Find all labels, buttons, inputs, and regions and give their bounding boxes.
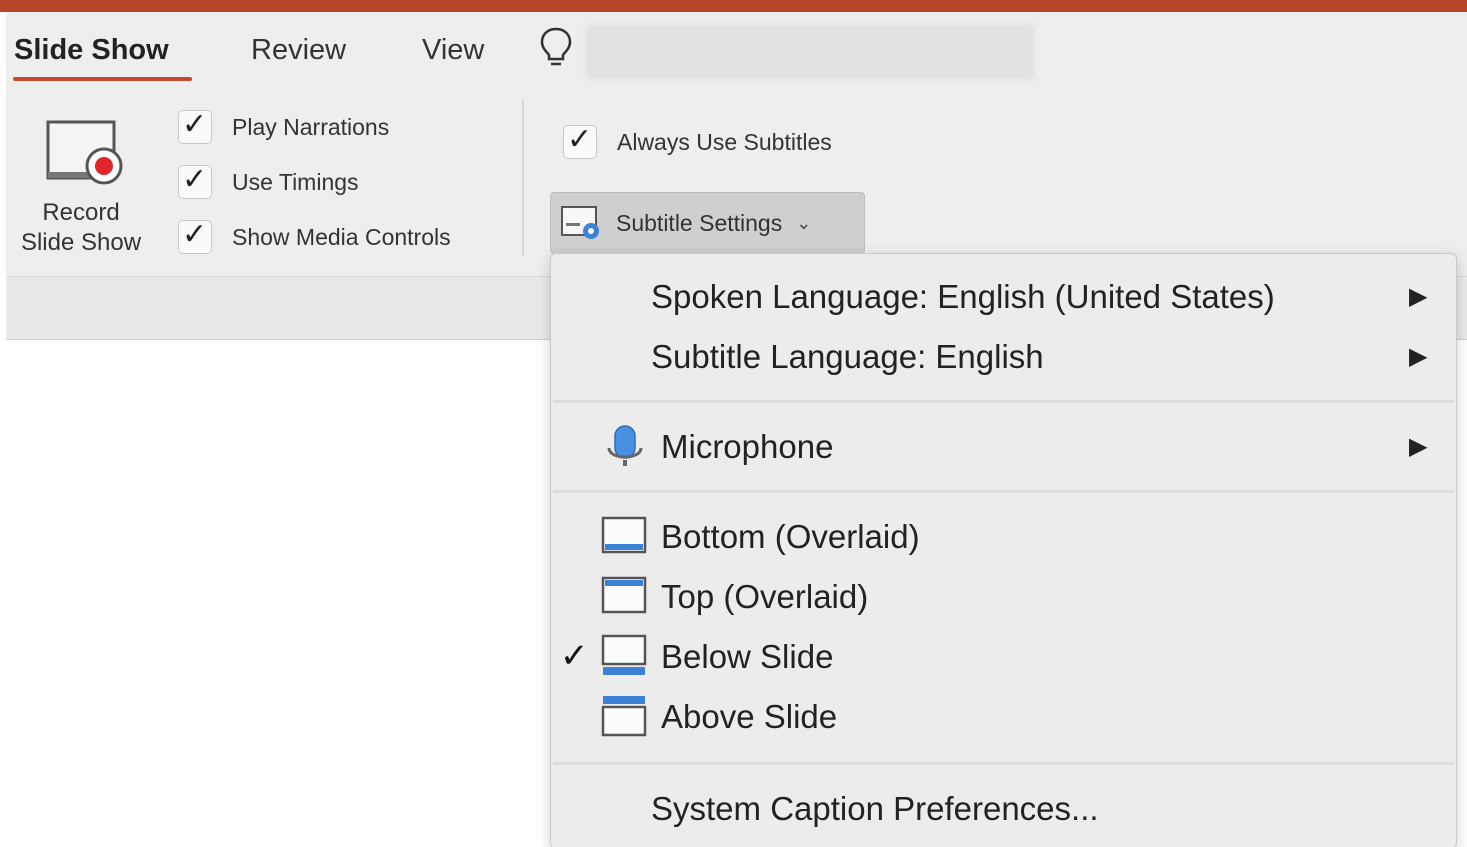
- always-use-subtitles-checkbox[interactable]: ✓ Always Use Subtitles: [563, 123, 832, 159]
- checkmark-icon: ✓: [567, 123, 593, 156]
- checkmark-icon: ✓: [182, 108, 208, 141]
- subtitle-settings-menu: Spoken Language: English (United States)…: [550, 253, 1457, 847]
- record-slide-show-button[interactable]: Record Slide Show: [10, 108, 152, 260]
- above-slide-icon: [601, 696, 647, 737]
- menu-item-above-slide[interactable]: Above Slide: [551, 688, 1456, 744]
- use-timings-checkbox[interactable]: ✓ Use Timings: [178, 163, 359, 199]
- menu-item-microphone[interactable]: Microphone ▶: [551, 418, 1456, 474]
- always-use-subtitles-label: Always Use Subtitles: [617, 128, 832, 155]
- active-tab-indicator: [13, 77, 192, 81]
- menu-separator: [553, 490, 1454, 493]
- menu-item-spoken-language[interactable]: Spoken Language: English (United States)…: [551, 268, 1456, 324]
- play-narrations-checkbox[interactable]: ✓ Play Narrations: [178, 108, 390, 144]
- play-narrations-label: Play Narrations: [232, 113, 390, 140]
- bottom-overlaid-label: Bottom (Overlaid): [661, 518, 920, 555]
- menu-separator: [553, 400, 1454, 403]
- use-timings-label: Use Timings: [232, 168, 359, 195]
- menu-item-bottom-overlaid[interactable]: Bottom (Overlaid): [551, 508, 1456, 564]
- app-window: Slide Show Review View Record Slide Show…: [0, 0, 1467, 847]
- tab-slide-show[interactable]: Slide Show: [14, 34, 169, 67]
- menu-separator: [553, 762, 1454, 765]
- submenu-arrow-icon: ▶: [1409, 283, 1428, 310]
- subtitle-settings-icon: [561, 206, 599, 239]
- spoken-language-label: Spoken Language: English (United States): [651, 278, 1275, 315]
- top-overlaid-label: Top (Overlaid): [661, 578, 869, 615]
- checkmark-icon: ✓: [182, 218, 208, 251]
- checkbox-box[interactable]: ✓: [563, 123, 597, 159]
- show-media-controls-checkbox[interactable]: ✓ Show Media Controls: [178, 218, 451, 254]
- below-slide-icon: [601, 634, 647, 675]
- show-media-controls-label: Show Media Controls: [232, 223, 451, 250]
- record-slide-show-label: Record Slide Show: [10, 198, 152, 258]
- record-label-line2: Slide Show: [20, 229, 142, 256]
- checkmark-icon: ✓: [182, 163, 208, 196]
- bottom-overlaid-icon: [601, 516, 647, 554]
- menu-item-below-slide[interactable]: ✓ Below Slide: [551, 628, 1456, 684]
- lightbulb-icon[interactable]: [536, 26, 576, 70]
- record-label-line1: Record: [42, 199, 120, 226]
- above-slide-label: Above Slide: [661, 698, 838, 735]
- menu-item-system-caption-preferences[interactable]: System Caption Preferences...: [551, 780, 1456, 836]
- microphone-icon: [607, 425, 643, 466]
- subtitle-language-label: Subtitle Language: English: [651, 338, 1044, 375]
- checkbox-box[interactable]: ✓: [178, 218, 212, 254]
- checkbox-box[interactable]: ✓: [178, 108, 212, 144]
- system-caption-preferences-label: System Caption Preferences...: [651, 790, 1099, 827]
- microphone-label: Microphone: [661, 428, 834, 465]
- record-slide-show-icon: [46, 120, 123, 185]
- submenu-arrow-icon: ▶: [1409, 343, 1428, 370]
- tab-view[interactable]: View: [422, 34, 484, 67]
- subtitle-settings-button[interactable]: Subtitle Settings ⌄: [550, 192, 865, 254]
- below-slide-label: Below Slide: [661, 638, 834, 675]
- checkbox-box[interactable]: ✓: [178, 163, 212, 199]
- submenu-arrow-icon: ▶: [1409, 433, 1428, 460]
- tell-me-search-field[interactable]: [585, 24, 1035, 80]
- selected-checkmark-icon: ✓: [560, 637, 589, 675]
- menu-item-top-overlaid[interactable]: Top (Overlaid): [551, 568, 1456, 624]
- subtitle-settings-label: Subtitle Settings: [616, 209, 783, 236]
- top-overlaid-icon: [601, 576, 647, 614]
- chevron-down-icon: ⌄: [796, 212, 812, 233]
- title-accent-bar: [0, 0, 1467, 12]
- ribbon-group-divider: [522, 100, 524, 256]
- tab-review[interactable]: Review: [251, 34, 346, 67]
- menu-item-subtitle-language[interactable]: Subtitle Language: English ▶: [551, 328, 1456, 384]
